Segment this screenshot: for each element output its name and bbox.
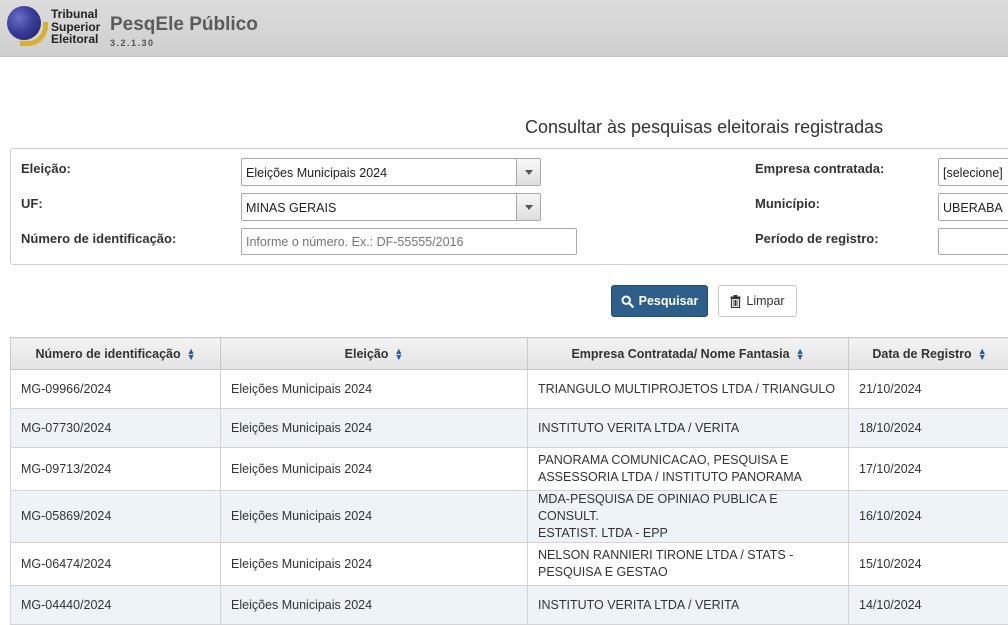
cell-data: 21/10/2024 [849,370,1008,409]
cell-eleicao: Eleições Municipais 2024 [221,448,528,491]
cell-data: 18/10/2024 [849,409,1008,448]
cell-eleicao: Eleições Municipais 2024 [221,543,528,586]
results-table: Número de identificação ▲▼ Eleição ▲▼ Empr… [10,337,1008,625]
trash-icon [730,295,741,308]
logo-line-3: Eleitoral [51,33,100,46]
cell-empresa-line: TRIANGULO MULTIPROJETOS LTDA / TRIANGULO [538,381,838,398]
search-icon [621,295,634,308]
empresa-select[interactable]: [selecione] [938,158,1008,186]
sort-arrows-icon: ▲▼ [187,348,196,360]
cell-numero: MG-06474/2024 [11,543,221,586]
cell-empresa: INSTITUTO VERITA LTDA / VERITA [528,586,849,625]
column-header-label: Empresa Contratada/ Nome Fantasia [571,347,789,361]
cell-data: 14/10/2024 [849,586,1008,625]
cell-eleicao: Eleições Municipais 2024 [221,409,528,448]
clear-button-label: Limpar [746,294,784,308]
table-row[interactable]: MG-04440/2024 Eleições Municipais 2024 I… [11,586,1008,625]
app-title: PesqEle Público [110,14,258,36]
search-button[interactable]: Pesquisar [611,285,708,317]
cell-empresa: TRIANGULO MULTIPROJETOS LTDA / TRIANGULO [528,370,849,409]
empresa-label: Empresa contratada: [755,161,884,176]
numero-input[interactable] [241,228,577,255]
eleicao-label: Eleição: [21,161,71,176]
logo-text: Tribunal Superior Eleitoral [51,8,100,46]
search-button-label: Pesquisar [639,294,699,308]
column-header-label: Eleição [345,347,389,361]
page-title: Consultar às pesquisas eleitorais regist… [525,117,883,138]
cell-empresa-line: ESTATIST. LTDA - EPP [538,525,838,542]
table-row[interactable]: MG-09713/2024 Eleições Municipais 2024 P… [11,448,1008,491]
cell-empresa: NELSON RANNIERI TIRONE LTDA / STATS - PE… [528,543,849,586]
column-header-numero[interactable]: Número de identificação ▲▼ [11,338,221,370]
column-header-eleicao[interactable]: Eleição ▲▼ [221,338,528,370]
cell-eleicao: Eleições Municipais 2024 [221,370,528,409]
eleicao-select-value: Eleições Municipais 2024 [246,166,387,180]
cell-empresa-line: NELSON RANNIERI TIRONE LTDA / STATS - [538,547,838,564]
cell-empresa: PANORAMA COMUNICACAO, PESQUISA E ASSESSO… [528,448,849,491]
app-header: Tribunal Superior Eleitoral PesqEle Públ… [0,0,1008,57]
empresa-select-value: [selecione] [943,166,1003,180]
table-row[interactable]: MG-06474/2024 Eleições Municipais 2024 N… [11,543,1008,586]
municipio-label: Município: [755,196,820,211]
table-row[interactable]: MG-05869/2024 Eleições Municipais 2024 M… [11,491,1008,543]
table-header-row: Número de identificação ▲▼ Eleição ▲▼ Empr… [11,338,1008,370]
periodo-input[interactable] [938,228,1008,255]
column-header-label: Número de identificação [35,347,180,361]
uf-select-value: MINAS GERAIS [246,201,336,215]
cell-eleicao: Eleições Municipais 2024 [221,491,528,543]
cell-data: 17/10/2024 [849,448,1008,491]
logo-globe-icon [7,6,41,40]
caret-down-icon[interactable] [516,193,541,221]
app-version: 3.2.1.30 [110,38,155,48]
column-header-empresa[interactable]: Empresa Contratada/ Nome Fantasia ▲▼ [528,338,849,370]
cell-empresa-line: PANORAMA COMUNICACAO, PESQUISA E [538,452,838,469]
cell-numero: MG-09966/2024 [11,370,221,409]
numero-label: Número de identificação: [21,231,176,246]
sort-arrows-icon: ▲▼ [394,348,403,360]
clear-button[interactable]: Limpar [718,285,797,317]
table-row[interactable]: MG-09966/2024 Eleições Municipais 2024 T… [11,370,1008,409]
cell-empresa-line: ASSESSORIA LTDA / INSTITUTO PANORAMA [538,469,838,486]
cell-empresa-line: INSTITUTO VERITA LTDA / VERITA [538,420,838,437]
cell-data: 15/10/2024 [849,543,1008,586]
municipio-select[interactable]: UBERABA [938,193,1008,221]
cell-empresa: MDA-PESQUISA DE OPINIAO PUBLICA E CONSUL… [528,491,849,543]
cell-numero: MG-05869/2024 [11,491,221,543]
cell-empresa-line: MDA-PESQUISA DE OPINIAO PUBLICA E CONSUL… [538,491,838,525]
sort-arrows-icon: ▲▼ [978,348,987,360]
periodo-label: Período de registro: [755,231,879,246]
column-header-label: Data de Registro [872,347,971,361]
cell-numero: MG-07730/2024 [11,409,221,448]
cell-empresa-line: PESQUISA E GESTAO [538,564,838,581]
cell-numero: MG-04440/2024 [11,586,221,625]
cell-numero: MG-09713/2024 [11,448,221,491]
column-header-data[interactable]: Data de Registro ▲▼ [849,338,1008,370]
cell-data: 16/10/2024 [849,491,1008,543]
uf-label: UF: [21,196,43,211]
uf-select[interactable]: MINAS GERAIS [241,193,541,221]
caret-down-icon[interactable] [516,158,541,186]
table-row[interactable]: MG-07730/2024 Eleições Municipais 2024 I… [11,409,1008,448]
filter-panel: Eleição: Eleições Municipais 2024 UF: MI… [10,148,1008,265]
logo-line-1: Tribunal [51,8,100,21]
cell-eleicao: Eleições Municipais 2024 [221,586,528,625]
municipio-select-value: UBERABA [943,201,1003,215]
cell-empresa-line: INSTITUTO VERITA LTDA / VERITA [538,597,838,614]
sort-arrows-icon: ▲▼ [796,348,805,360]
cell-empresa: INSTITUTO VERITA LTDA / VERITA [528,409,849,448]
eleicao-select[interactable]: Eleições Municipais 2024 [241,158,541,186]
